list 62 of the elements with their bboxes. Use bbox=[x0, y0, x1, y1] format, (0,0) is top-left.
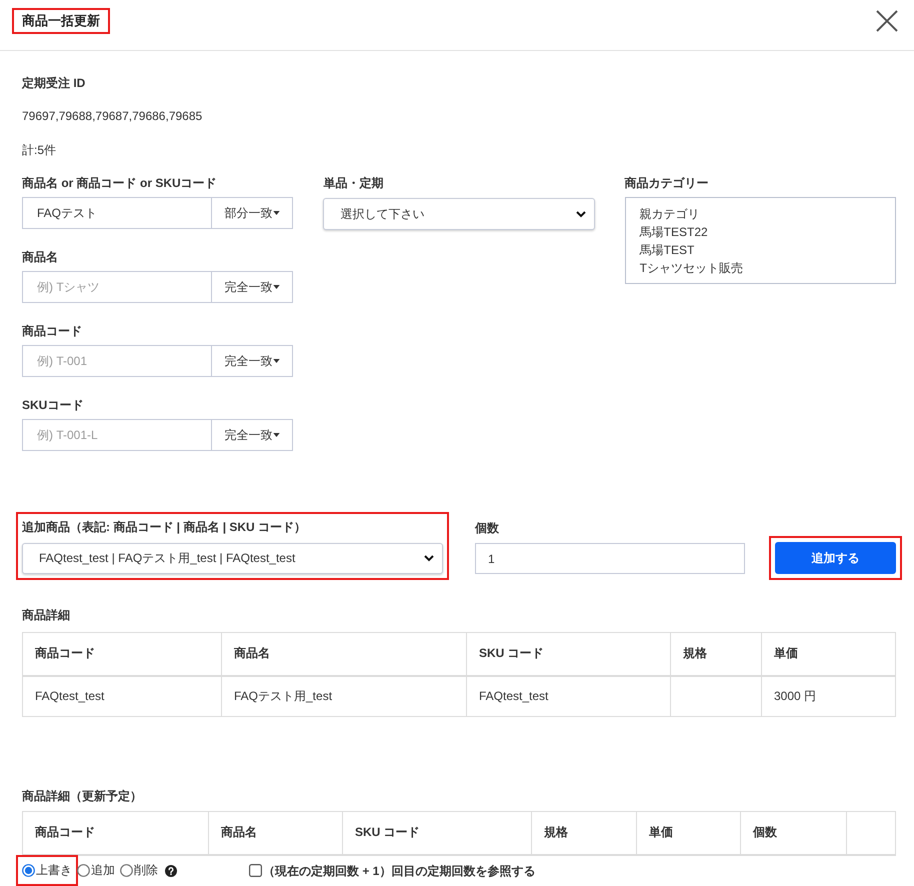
chevron-down-icon bbox=[576, 210, 586, 218]
table-cell: FAQtest_test bbox=[22, 676, 222, 716]
order-id-list: 79697,79688,79687,79686,79685 bbox=[22, 107, 896, 125]
chevron-down-icon bbox=[424, 555, 434, 562]
section-title: 商品詳細 bbox=[22, 607, 71, 624]
category-listbox[interactable]: 親カテゴリ 馬場TEST22 馬場TEST Tシャツセット販売 bbox=[624, 197, 896, 284]
close-icon[interactable] bbox=[876, 10, 898, 32]
column-header: 単価 bbox=[762, 632, 896, 676]
column-header: 規格 bbox=[532, 812, 636, 854]
match-dropdown[interactable]: 完全一致 bbox=[211, 419, 294, 451]
dialog-title: 商品一括更新 bbox=[22, 13, 100, 29]
column-header: SKU コード bbox=[342, 812, 532, 854]
table-cell: FAQテスト用_test bbox=[222, 676, 466, 716]
field-label: 個数 bbox=[475, 520, 500, 537]
text-field[interactable]: 例) T-001-L bbox=[22, 419, 212, 451]
listbox-option[interactable]: 馬場TEST bbox=[640, 241, 881, 259]
field-label: SKUコード bbox=[22, 397, 84, 414]
text-field[interactable]: FAQテスト bbox=[22, 197, 212, 229]
checkbox-icon[interactable] bbox=[249, 864, 262, 877]
radio-option[interactable]: 削除 bbox=[120, 861, 158, 880]
section-title: 商品詳細（更新予定） bbox=[22, 788, 143, 805]
checkbox-option[interactable]: （現在の定期回数 + 1）回目の定期回数を参照する bbox=[249, 862, 536, 880]
column-header: 商品名 bbox=[222, 632, 466, 676]
field-label: 商品名 bbox=[22, 249, 59, 266]
table-cell: FAQtest_test bbox=[466, 676, 670, 716]
listbox-option[interactable]: 馬場TEST22 bbox=[640, 223, 881, 241]
help-icon[interactable] bbox=[165, 864, 177, 876]
match-dropdown[interactable]: 完全一致 bbox=[211, 271, 294, 303]
radio-icon[interactable] bbox=[22, 864, 35, 877]
caret-icon bbox=[273, 359, 280, 363]
field-label: 定期受注 ID bbox=[22, 75, 86, 92]
caret-icon bbox=[273, 211, 280, 215]
column-header: 単価 bbox=[636, 812, 740, 854]
total-count: 計:5件 bbox=[22, 142, 58, 159]
listbox-option[interactable]: Tシャツセット販売 bbox=[640, 259, 881, 277]
field-label: 商品名 or 商品コード or SKUコード bbox=[22, 175, 218, 192]
quantity-field[interactable]: 1 bbox=[475, 543, 745, 574]
caret-icon bbox=[273, 285, 280, 289]
match-dropdown[interactable]: 完全一致 bbox=[211, 345, 294, 377]
column-header: SKU コード bbox=[466, 632, 670, 676]
add-button[interactable]: 追加する bbox=[775, 542, 896, 574]
product-select[interactable]: FAQtest_test | FAQテスト用_test | FAQtest_test bbox=[22, 543, 443, 574]
table-cell: 3000 円 bbox=[762, 676, 896, 716]
text-field[interactable]: 例) T-001 bbox=[22, 345, 212, 377]
column-header: 個数 bbox=[740, 812, 846, 854]
field-label: 追加商品（表記: 商品コード | 商品名 | SKU コード） bbox=[22, 519, 308, 536]
column-header: 商品コード bbox=[22, 812, 208, 854]
text-field[interactable]: 例) Tシャツ bbox=[22, 271, 212, 303]
type-select[interactable]: 選択して下さい bbox=[323, 198, 595, 230]
caret-icon bbox=[273, 433, 280, 437]
column-header: 商品コード bbox=[22, 632, 222, 676]
radio-icon[interactable] bbox=[120, 864, 133, 877]
radio-option[interactable]: 追加 bbox=[77, 861, 115, 880]
radio-icon[interactable] bbox=[77, 864, 90, 877]
field-label: 商品コード bbox=[22, 323, 83, 340]
field-label: 単品・定期 bbox=[323, 175, 384, 192]
column-header: 規格 bbox=[670, 632, 762, 676]
radio-option[interactable]: 上書き bbox=[22, 861, 72, 880]
field-label: 商品カテゴリー bbox=[624, 175, 710, 192]
column-header: 商品名 bbox=[208, 812, 342, 854]
listbox-option[interactable]: 親カテゴリ bbox=[640, 205, 881, 223]
match-dropdown[interactable]: 部分一致 bbox=[211, 197, 294, 229]
